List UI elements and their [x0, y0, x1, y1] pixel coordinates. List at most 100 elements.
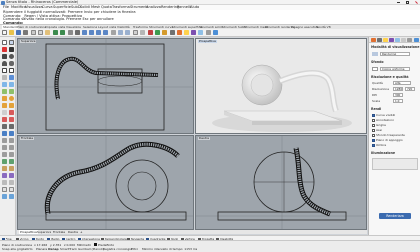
- mirror-icon[interactable]: [2, 152, 7, 157]
- undo-view-icon[interactable]: [111, 30, 116, 36]
- scale-input[interactable]: 1.0: [393, 99, 403, 103]
- status-grid-snap[interactable]: Snap alla griglia: [2, 247, 26, 251]
- select-window-icon[interactable]: [9, 40, 14, 45]
- check-annotations[interactable]: [372, 119, 375, 122]
- status-record-history[interactable]: Registra cronologia: [103, 247, 132, 251]
- help-tab-icon[interactable]: [414, 37, 419, 43]
- status-planar[interactable]: Planare: [36, 247, 47, 251]
- extrude-curve-icon[interactable]: [9, 82, 14, 87]
- render-button[interactable]: Renderizza: [379, 213, 411, 219]
- section-lighting[interactable]: Illuminazione: [371, 151, 395, 155]
- quality-select[interactable]: Alta: [393, 81, 411, 85]
- zoom-selected-icon[interactable]: [103, 30, 108, 36]
- block-icon[interactable]: [9, 180, 14, 185]
- viewport-label-right[interactable]: Destra: [198, 136, 210, 141]
- render-icon[interactable]: [184, 30, 189, 36]
- trim-icon[interactable]: [2, 124, 7, 129]
- set-cplane-icon[interactable]: [140, 30, 145, 36]
- scale-icon[interactable]: [9, 145, 14, 150]
- polygon-icon[interactable]: [9, 68, 14, 73]
- lights-tab-icon[interactable]: [407, 37, 412, 43]
- section-display-mode[interactable]: Modalità di visualizzazione: [371, 45, 419, 49]
- boolean-union-icon[interactable]: [9, 110, 14, 115]
- arc-icon[interactable]: [2, 61, 7, 66]
- distance-icon[interactable]: [9, 173, 14, 178]
- rotate-icon[interactable]: [2, 145, 7, 150]
- pan-icon[interactable]: [68, 30, 73, 36]
- textures-tab-icon[interactable]: [401, 37, 406, 43]
- add-viewport-tab-button[interactable]: +: [80, 230, 83, 234]
- properties-icon[interactable]: [177, 30, 182, 36]
- zoom-icon[interactable]: [82, 30, 87, 36]
- layers-icon[interactable]: [170, 30, 175, 36]
- properties-tab-icon[interactable]: [371, 37, 376, 43]
- text-icon[interactable]: [2, 75, 7, 80]
- command-history[interactable]: Riprendere il fuggiotti normalizzati: Pr…: [0, 10, 420, 25]
- print-icon[interactable]: [23, 30, 28, 36]
- status-gumball[interactable]: Gumball (PianoC): [78, 247, 104, 251]
- viewport-label-front[interactable]: Frontale: [20, 136, 35, 141]
- viewport-label-top[interactable]: Superiore: [20, 39, 37, 44]
- undo-icon[interactable]: [53, 30, 58, 36]
- analyze-icon[interactable]: [2, 173, 7, 178]
- new-file-icon[interactable]: [2, 30, 7, 36]
- loft-icon[interactable]: [2, 89, 7, 94]
- viewport-perspective[interactable]: Prospettiva: [195, 38, 367, 134]
- move-icon[interactable]: [2, 138, 7, 143]
- check-curves[interactable]: [372, 114, 375, 117]
- points-on-icon[interactable]: [2, 159, 7, 164]
- display-mode-select[interactable]: Rendering: [380, 52, 410, 56]
- vp-tab-right[interactable]: Destra: [68, 230, 78, 234]
- vp-tab-front[interactable]: Frontale: [53, 230, 65, 234]
- open-folder-icon[interactable]: [9, 30, 14, 36]
- group-icon[interactable]: [2, 180, 7, 185]
- layers-tab-icon[interactable]: [377, 37, 382, 43]
- boolean-intersection-icon[interactable]: [9, 117, 14, 122]
- cylinder-icon[interactable]: [2, 103, 7, 108]
- dpi-input[interactable]: 300: [393, 93, 403, 97]
- check-axes[interactable]: [372, 129, 375, 132]
- viewport-front[interactable]: Frontale: [17, 135, 194, 230]
- background-select[interactable]: Colore uniforme: [380, 67, 410, 71]
- menu-item-surface[interactable]: Superficie: [53, 5, 71, 9]
- pipe-icon[interactable]: [9, 103, 14, 108]
- ellipse-icon[interactable]: [9, 61, 14, 66]
- maximize-viewport-icon[interactable]: [125, 30, 130, 36]
- point-icon[interactable]: [2, 47, 7, 52]
- redo-icon[interactable]: [60, 30, 65, 36]
- circle-icon[interactable]: [9, 54, 14, 59]
- status-filter[interactable]: Filtro: [131, 247, 138, 251]
- resolution-height-input[interactable]: 720: [405, 87, 415, 91]
- make2d-icon[interactable]: [2, 187, 7, 192]
- mesh-icon[interactable]: [2, 110, 7, 115]
- box-icon[interactable]: [2, 96, 7, 101]
- viewport-right[interactable]: Destra: [195, 135, 367, 230]
- boolean-difference-icon[interactable]: [2, 117, 7, 122]
- cut-icon[interactable]: [31, 30, 36, 36]
- check-shadows[interactable]: [372, 144, 375, 147]
- leader-icon[interactable]: [9, 166, 14, 171]
- zoom-extents-icon[interactable]: [96, 30, 101, 36]
- menu-item-dimension[interactable]: Quota: [101, 5, 112, 9]
- menu-item-edit[interactable]: Modifica: [11, 5, 26, 9]
- sphere-icon[interactable]: [9, 96, 14, 101]
- save-icon[interactable]: [16, 30, 21, 36]
- status-osnap[interactable]: Osnap: [48, 247, 59, 251]
- copy-icon[interactable]: [38, 30, 43, 36]
- resolution-width-input[interactable]: 1280: [393, 87, 403, 91]
- status-smarttrack[interactable]: SmartTrack: [60, 247, 77, 251]
- menu-item-solid[interactable]: Solidi: [80, 5, 90, 9]
- rectangle-icon[interactable]: [2, 68, 7, 73]
- menu-item-transform[interactable]: Trasforma: [112, 5, 130, 9]
- polyline-icon[interactable]: [9, 47, 14, 52]
- hide-objects-icon[interactable]: [148, 30, 153, 36]
- lock-objects-icon[interactable]: [162, 30, 167, 36]
- join-icon[interactable]: [2, 131, 7, 136]
- vp-tab-top[interactable]: Superiore: [37, 230, 51, 234]
- section-render-options[interactable]: Rendi: [371, 107, 381, 111]
- background-color-swatch[interactable]: [372, 67, 378, 71]
- show-objects-icon[interactable]: [155, 30, 160, 36]
- menu-item-file[interactable]: File: [3, 5, 9, 9]
- copy-object-icon[interactable]: [9, 138, 14, 143]
- check-grid[interactable]: [372, 124, 375, 127]
